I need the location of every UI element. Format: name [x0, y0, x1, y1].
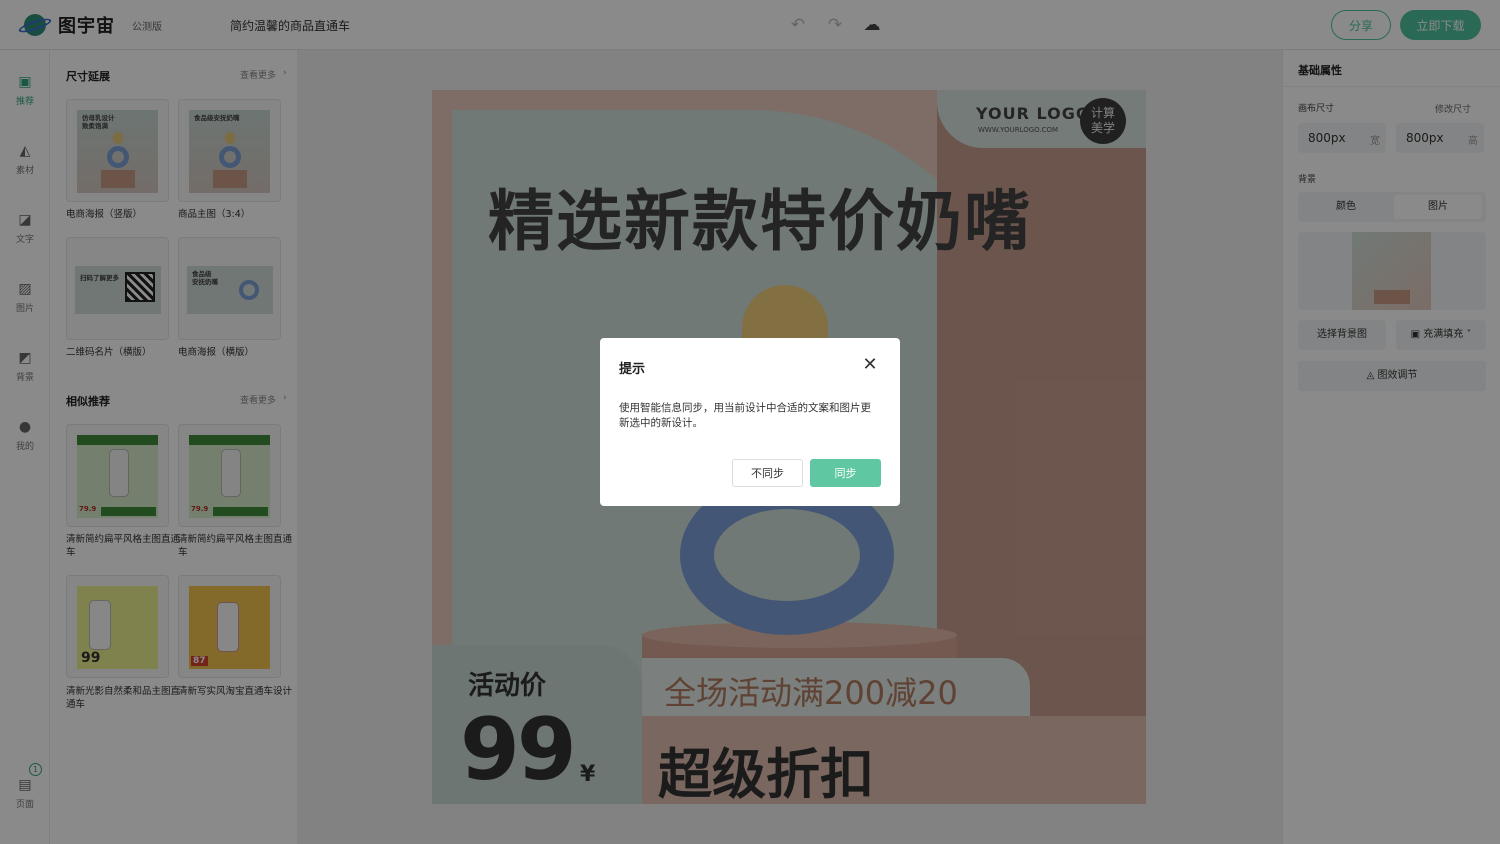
dialog-title: 提示 [619, 362, 646, 377]
sync-button[interactable]: 同步 [810, 459, 881, 487]
close-icon[interactable]: ✕ [862, 356, 878, 374]
no-sync-button[interactable]: 不同步 [732, 459, 803, 487]
dialog-message: 使用智能信息同步，用当前设计中合适的文案和图片更新选中的新设计。 [619, 402, 871, 429]
sync-dialog: 提示 ✕ 使用智能信息同步，用当前设计中合适的文案和图片更新选中的新设计。 不同… [600, 338, 900, 506]
